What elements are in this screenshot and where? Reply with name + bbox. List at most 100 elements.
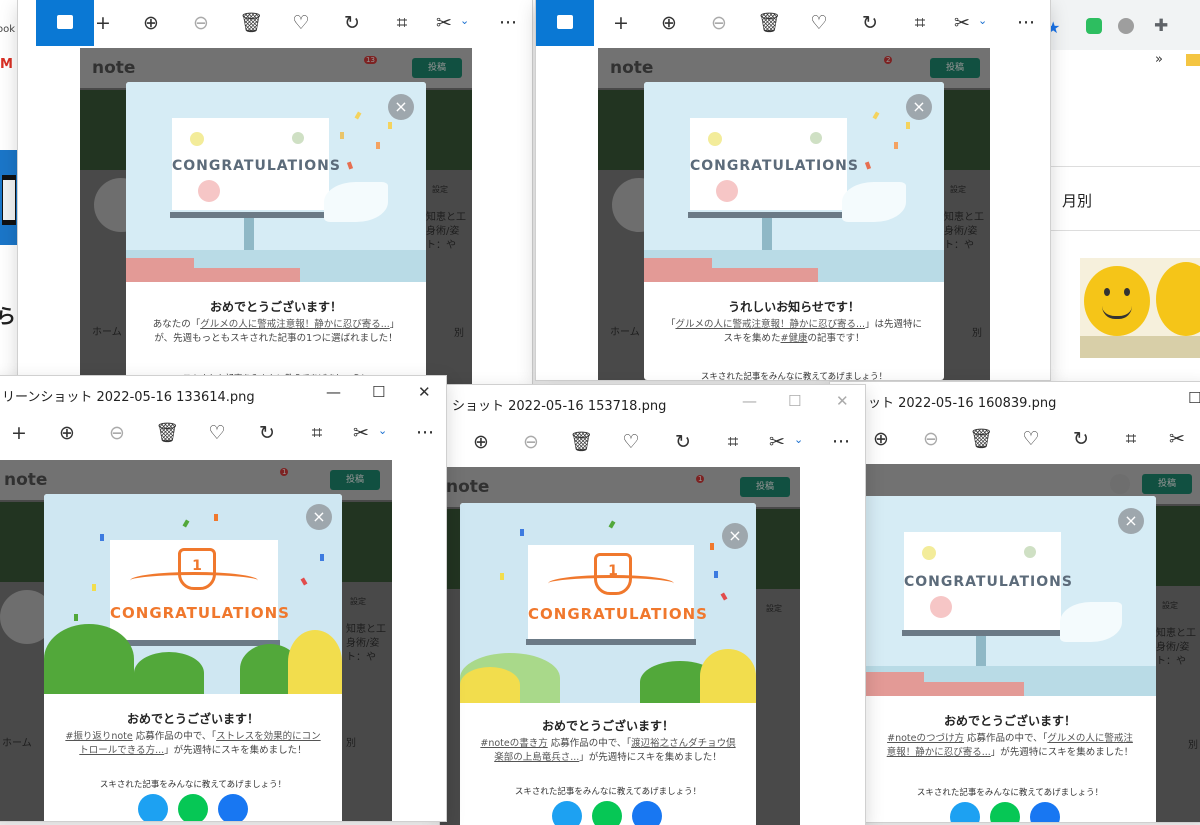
minimize-icon[interactable]: — bbox=[742, 392, 757, 410]
more-icon[interactable]: ··· bbox=[495, 10, 521, 36]
zoom-in-icon[interactable]: ⊕ bbox=[868, 426, 894, 452]
maximize-icon[interactable]: ☐ bbox=[1188, 389, 1200, 407]
hashtag-link[interactable]: #健康 bbox=[781, 333, 808, 344]
bookmark-folder-icon[interactable] bbox=[1186, 54, 1200, 66]
twitter-share-button[interactable] bbox=[552, 801, 582, 825]
favorite-heart-icon[interactable]: ♡ bbox=[204, 420, 230, 446]
crop-icon[interactable]: ⌗ bbox=[389, 10, 415, 36]
line-share-button[interactable] bbox=[178, 794, 208, 821]
photo-app-button[interactable] bbox=[36, 0, 94, 46]
divider bbox=[1050, 230, 1200, 231]
rotate-icon[interactable]: ↻ bbox=[1068, 426, 1094, 452]
browser-chevron-icon[interactable]: » bbox=[1155, 52, 1163, 67]
photos-window-4[interactable]: ショット 2022-05-16 153718.png — ☐ ✕ ⊕ ⊖ 🗑 ♡… bbox=[440, 385, 865, 825]
maximize-icon[interactable]: ☐ bbox=[788, 392, 801, 410]
chevron-down-icon[interactable]: ⌄ bbox=[378, 424, 387, 437]
dove-icon bbox=[1060, 602, 1122, 642]
congratulations-banner: CONGRATULATIONS bbox=[528, 605, 708, 623]
photos-window-1[interactable]: + ⊕ ⊖ 🗑 ♡ ↻ ⌗ ✂ ⌄ ··· note 投稿 13 設定 知恵と工… bbox=[18, 0, 532, 385]
edit-icon[interactable]: ✂ bbox=[764, 429, 790, 455]
delete-icon[interactable]: 🗑 bbox=[568, 429, 594, 455]
photo-app-button[interactable] bbox=[536, 0, 594, 46]
delete-icon[interactable]: 🗑 bbox=[968, 426, 994, 452]
smiley-photo bbox=[1080, 258, 1200, 358]
more-icon[interactable]: ··· bbox=[828, 429, 854, 455]
photos-window-3[interactable]: リーンショット 2022-05-16 133614.png — ☐ ✕ + ⊕ … bbox=[0, 376, 446, 821]
delete-icon[interactable]: 🗑 bbox=[756, 10, 782, 36]
close-icon[interactable]: × bbox=[306, 504, 332, 530]
evernote-icon[interactable] bbox=[1086, 18, 1102, 34]
add-icon[interactable]: + bbox=[90, 10, 116, 36]
congratulations-banner: CONGRATULATIONS bbox=[690, 158, 859, 174]
twitter-share-button[interactable] bbox=[138, 794, 168, 821]
close-icon[interactable]: × bbox=[1118, 508, 1144, 534]
chevron-down-icon[interactable]: ⌄ bbox=[978, 14, 987, 27]
maximize-icon[interactable]: ☐ bbox=[372, 383, 385, 401]
screenshot-view: note 投稿 1 設定 知恵と工 身術/姿 ト：や ホーム 別 1 CONGR… bbox=[0, 460, 392, 821]
hashtag-link[interactable]: #振り返りnote bbox=[65, 731, 132, 742]
favorite-heart-icon[interactable]: ♡ bbox=[806, 10, 832, 36]
line-share-button[interactable] bbox=[592, 801, 622, 825]
close-icon[interactable]: × bbox=[388, 94, 414, 120]
hashtag-link[interactable]: #noteのつづけ方 bbox=[887, 733, 964, 744]
rotate-icon[interactable]: ↻ bbox=[254, 420, 280, 446]
zoom-out-icon[interactable]: ⊖ bbox=[518, 429, 544, 455]
photos-window-5[interactable]: ショット 2022-05-16 160839.png ☐ ⊕ ⊖ 🗑 ♡ ↻ ⌗… bbox=[830, 382, 1200, 822]
add-icon[interactable]: + bbox=[6, 420, 32, 446]
photos-window-2[interactable]: + ⊕ ⊖ 🗑 ♡ ↻ ⌗ ✂ ⌄ ··· note 投稿 2 設定 知恵と工 … bbox=[536, 0, 1050, 380]
crop-icon[interactable]: ⌗ bbox=[907, 10, 933, 36]
browser-background-right: ★ ✚ » 月別 bbox=[1046, 0, 1200, 380]
zoom-out-icon[interactable]: ⊖ bbox=[706, 10, 732, 36]
delete-icon[interactable]: 🗑 bbox=[238, 10, 264, 36]
crop-icon[interactable]: ⌗ bbox=[720, 429, 746, 455]
article-link[interactable]: グルメの人に警戒注意報！静かに忍び寄る... bbox=[200, 319, 390, 330]
article-link[interactable]: グルメの人に警戒注意報！静かに忍び寄る... bbox=[675, 319, 865, 330]
more-icon[interactable]: ··· bbox=[412, 420, 438, 446]
rotate-icon[interactable]: ↻ bbox=[670, 429, 696, 455]
favorite-heart-icon[interactable]: ♡ bbox=[288, 10, 314, 36]
close-window-icon[interactable]: ✕ bbox=[418, 383, 431, 401]
twitter-share-button[interactable] bbox=[950, 802, 980, 822]
facebook-share-button[interactable] bbox=[1030, 802, 1060, 822]
zoom-in-icon[interactable]: ⊕ bbox=[656, 10, 682, 36]
zoom-out-icon[interactable]: ⊖ bbox=[918, 426, 944, 452]
chevron-down-icon[interactable]: ⌄ bbox=[794, 433, 803, 446]
rotate-icon[interactable]: ↻ bbox=[857, 10, 883, 36]
delete-icon[interactable]: 🗑 bbox=[154, 420, 180, 446]
zoom-out-icon[interactable]: ⊖ bbox=[188, 10, 214, 36]
add-icon[interactable]: + bbox=[608, 10, 634, 36]
dove-icon bbox=[842, 182, 906, 222]
screenshot-view: note 投稿 2 設定 知恵と工 身術/姿 ト：や ホーム 別 CONGRAT… bbox=[598, 48, 990, 380]
viewer-toolbar: + ⊕ ⊖ 🗑 ♡ ↻ ⌗ ✂ ⌄ ··· bbox=[536, 0, 1050, 46]
chevron-down-icon[interactable]: ⌄ bbox=[460, 14, 469, 27]
modal-heading: おめでとうございます！ bbox=[126, 712, 259, 726]
zoom-out-icon[interactable]: ⊖ bbox=[104, 420, 130, 446]
modal-heading: おめでとうございます！ bbox=[943, 714, 1076, 728]
edit-icon[interactable]: ✂ bbox=[431, 10, 457, 36]
billboard: CONGRATULATIONS bbox=[690, 118, 859, 210]
extensions-puzzle-icon[interactable]: ✚ bbox=[1154, 16, 1168, 36]
modal-body: #noteのつづけ方 応募作品の中で、「グルメの人に警戒注意報！静かに忍び寄る.… bbox=[886, 733, 1134, 758]
zoom-in-icon[interactable]: ⊕ bbox=[54, 420, 80, 446]
close-icon[interactable]: × bbox=[906, 94, 932, 120]
zoom-in-icon[interactable]: ⊕ bbox=[468, 429, 494, 455]
hashtag-link[interactable]: #noteの書き方 bbox=[480, 738, 547, 749]
more-icon[interactable]: ··· bbox=[1013, 10, 1039, 36]
close-icon[interactable]: × bbox=[722, 523, 748, 549]
line-share-button[interactable] bbox=[990, 802, 1020, 822]
facebook-share-button[interactable] bbox=[632, 801, 662, 825]
favorite-heart-icon[interactable]: ♡ bbox=[1018, 426, 1044, 452]
minimize-icon[interactable]: — bbox=[326, 383, 341, 401]
zoom-in-icon[interactable]: ⊕ bbox=[138, 10, 164, 36]
extension-tomato-icon[interactable] bbox=[1118, 18, 1134, 34]
close-window-icon[interactable]: ✕ bbox=[836, 392, 849, 410]
edit-icon[interactable]: ✂ bbox=[949, 10, 975, 36]
gmail-icon[interactable]: M bbox=[0, 57, 13, 72]
edit-icon[interactable]: ✂ bbox=[1164, 426, 1190, 452]
crop-icon[interactable]: ⌗ bbox=[1118, 426, 1144, 452]
edit-icon[interactable]: ✂ bbox=[348, 420, 374, 446]
rotate-icon[interactable]: ↻ bbox=[339, 10, 365, 36]
facebook-share-button[interactable] bbox=[218, 794, 248, 821]
favorite-heart-icon[interactable]: ♡ bbox=[618, 429, 644, 455]
crop-icon[interactable]: ⌗ bbox=[304, 420, 330, 446]
